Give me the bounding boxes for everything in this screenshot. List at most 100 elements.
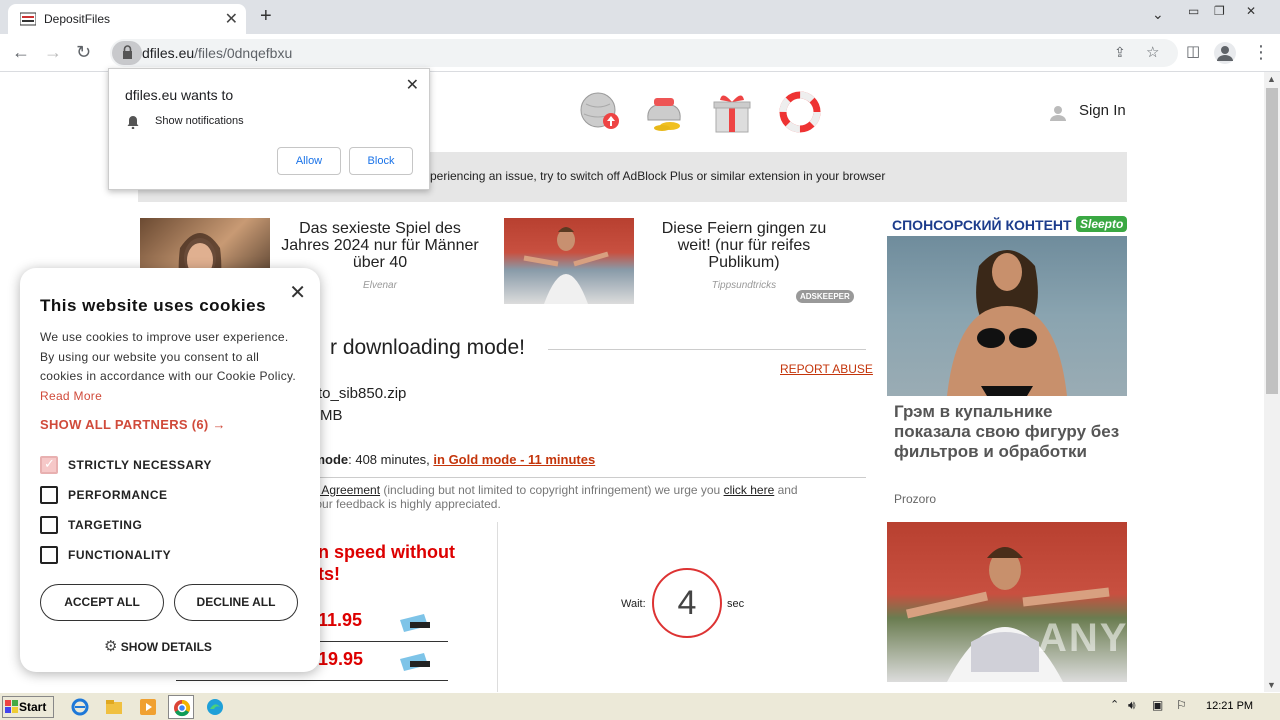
network-icon[interactable]: ▣ <box>1152 698 1163 712</box>
bookmark-star-icon[interactable]: ☆ <box>1146 43 1159 61</box>
agreement-notice: ser Agreement (including but not limited… <box>302 483 862 511</box>
user-icon <box>1050 106 1066 121</box>
gift-icon[interactable] <box>710 90 754 134</box>
credit-card-icon[interactable] <box>398 612 430 632</box>
premium-speed-heading: n speed without ts! <box>318 541 455 585</box>
url-domain: dfiles.eu <box>142 45 195 61</box>
start-button[interactable]: Start <box>2 696 54 718</box>
internet-explorer-icon[interactable] <box>70 697 90 717</box>
performance-checkbox[interactable] <box>40 486 58 504</box>
file-explorer-icon[interactable] <box>104 697 124 717</box>
click-here-link[interactable]: click here <box>724 483 775 497</box>
system-tray: ⌃ 🔊︎ ▣ ⚐ <box>1104 696 1280 718</box>
volume-icon[interactable]: 🔊︎ <box>1128 698 1136 713</box>
sponsored-content-heading: СПОНСОРСКИЙ КОНТЕНТ <box>892 217 1072 233</box>
divider <box>176 680 448 681</box>
browser-tab[interactable]: DepositFiles ✕ <box>8 4 246 34</box>
sponsor-logo[interactable]: Sleepto <box>1076 216 1128 232</box>
reload-icon[interactable]: ↻ <box>76 42 91 63</box>
price-option-1[interactable]: 11.95 <box>318 610 362 631</box>
new-tab-icon[interactable]: + <box>260 5 272 28</box>
cookie-body: We use cookies to improve user experienc… <box>40 328 302 406</box>
allow-button[interactable]: Allow <box>277 147 341 175</box>
minimize-icon[interactable]: ▭ <box>1188 4 1199 18</box>
menu-kebab-icon[interactable]: ⋮ <box>1252 42 1270 63</box>
start-label: Start <box>19 700 47 714</box>
strictly-necessary-label: STRICTLY NECESSARY <box>68 458 212 472</box>
adskeeper-badge[interactable]: ADSKEEPER <box>796 290 854 303</box>
targeting-checkbox[interactable] <box>40 516 58 534</box>
price-option-2[interactable]: 19.95 <box>318 649 363 670</box>
sign-in-link[interactable]: Sign In <box>1079 102 1126 119</box>
regular-mode-time: : 408 minutes, <box>348 452 434 467</box>
back-icon[interactable]: ← <box>12 42 30 63</box>
sponsor-article-source: Prozoro <box>894 492 937 506</box>
sponsor-article-title[interactable]: Грэм в купальнике показала свою фигуру б… <box>894 402 1124 462</box>
performance-label[interactable]: PERFORMANCE <box>68 488 168 502</box>
file-name: to_sib850.zip <box>318 385 407 402</box>
functionality-label[interactable]: FUNCTIONALITY <box>68 548 171 562</box>
anyrun-watermark: ANY RUN <box>1038 616 1234 660</box>
notification-permission-popup: dfiles.eu wants to ✕ Show notifications … <box>108 68 430 190</box>
scroll-up-icon[interactable]: ▲ <box>1267 74 1276 84</box>
functionality-checkbox[interactable] <box>40 546 58 564</box>
ad-title-1[interactable]: Das sexieste Spiel des Jahres 2024 nur f… <box>280 220 480 271</box>
edge-icon[interactable] <box>205 697 225 717</box>
block-button[interactable]: Block <box>349 147 413 175</box>
close-icon[interactable]: ✕ <box>406 75 419 95</box>
windows-logo-icon <box>5 700 18 713</box>
notification-message: Show notifications <box>155 115 244 127</box>
browser-tab-bar: DepositFiles ✕ + ⌄ ▭ ❐ ✕ <box>0 0 1280 34</box>
targeting-label[interactable]: TARGETING <box>68 518 142 532</box>
adblock-warning-text: xperiencing an issue, try to switch off … <box>424 169 886 183</box>
side-panel-icon[interactable]: ◫ <box>1186 42 1200 60</box>
forward-icon[interactable]: → <box>44 42 62 63</box>
flag-icon[interactable]: ⚐ <box>1176 698 1187 712</box>
lifebuoy-help-icon[interactable] <box>778 90 822 134</box>
close-tab-icon[interactable]: ✕ <box>225 9 238 29</box>
media-player-icon[interactable] <box>138 697 158 717</box>
divider <box>548 349 866 350</box>
ad-title-2[interactable]: Diese Feiern gingen zu weit! (nur für re… <box>644 220 844 271</box>
gear-icon: ⚙ <box>104 638 118 655</box>
sponsor-article-image[interactable] <box>887 236 1127 396</box>
chrome-taskbar-button[interactable] <box>168 695 194 719</box>
restore-icon[interactable]: ❐ <box>1214 4 1225 18</box>
scroll-down-icon[interactable]: ▼ <box>1267 680 1276 690</box>
tab-title: DepositFiles <box>44 12 111 26</box>
cookie-body-text: We use cookies to improve user experienc… <box>40 330 297 383</box>
close-icon[interactable]: ✕ <box>289 280 306 305</box>
scrollbar-thumb[interactable] <box>1266 88 1278 394</box>
notification-title: dfiles.eu wants to <box>125 87 234 103</box>
strictly-necessary-checkbox <box>40 456 58 474</box>
tab-search-icon[interactable]: ⌄ <box>1152 6 1164 23</box>
countdown-value: 4 <box>677 584 697 622</box>
upload-globe-icon[interactable] <box>578 90 622 134</box>
share-icon[interactable]: ⇪ <box>1114 44 1126 61</box>
seconds-label: sec <box>727 598 745 610</box>
depositfiles-favicon-icon <box>20 12 36 26</box>
premium-heading-line-1: n speed without <box>318 542 455 562</box>
show-details-button[interactable]: ⚙ SHOW DETAILS <box>104 637 212 655</box>
show-details-label: SHOW DETAILS <box>120 640 212 654</box>
agreement-text-2: and <box>774 483 798 497</box>
profile-avatar-icon[interactable] <box>1214 42 1236 64</box>
download-mode-times: ular mode: 408 minutes, in Gold mode - 1… <box>286 452 595 467</box>
tray-expand-icon[interactable]: ⌃ <box>1110 698 1119 711</box>
url-path: /files/0dnqefbxu <box>194 45 293 61</box>
cookie-consent-panel: This website uses cookies ✕ We use cooki… <box>20 268 320 672</box>
lock-icon[interactable] <box>112 41 142 65</box>
window-close-icon[interactable]: ✕ <box>1246 4 1256 18</box>
report-abuse-link[interactable]: REPORT ABUSE <box>780 362 873 376</box>
show-all-partners-link[interactable]: SHOW ALL PARTNERS (6) → <box>40 417 226 432</box>
ad-image-2[interactable] <box>504 218 634 304</box>
read-more-link[interactable]: Read More <box>40 389 102 403</box>
gold-mode-link[interactable]: in Gold mode - 11 minutes <box>433 452 595 467</box>
gold-purse-icon[interactable] <box>642 90 686 134</box>
address-bar[interactable]: dfiles.eu/files/0dnqefbxu ⇪ ☆ <box>110 39 1178 67</box>
divider <box>286 477 866 478</box>
accept-all-button[interactable]: ACCEPT ALL <box>40 584 164 621</box>
windows-taskbar: Start ⌃ 🔊︎ ▣ ⚐ 12:21 PM <box>0 692 1280 720</box>
credit-card-icon[interactable] <box>398 651 430 671</box>
decline-all-button[interactable]: DECLINE ALL <box>174 584 298 621</box>
